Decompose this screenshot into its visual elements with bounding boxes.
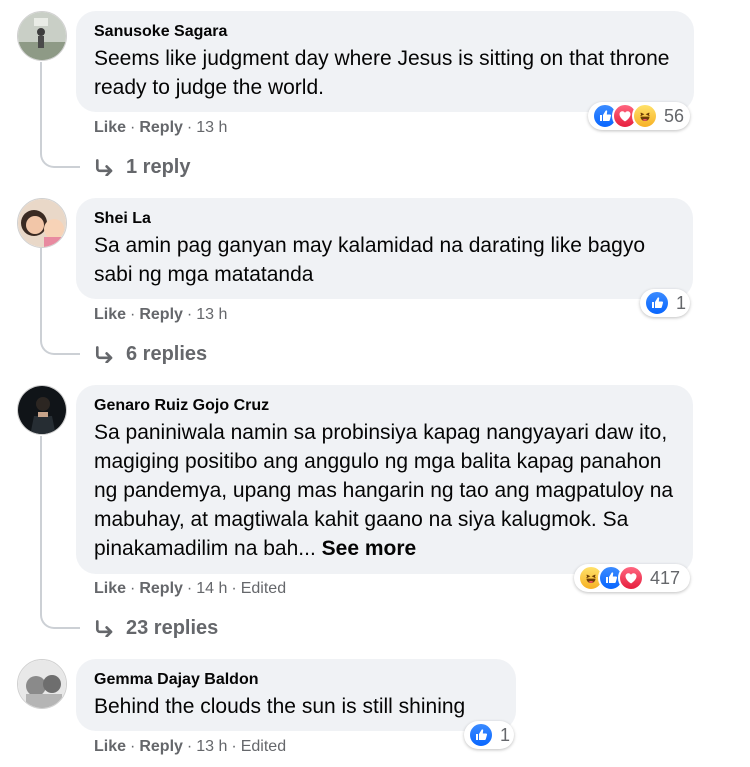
avatar[interactable]	[17, 659, 67, 709]
reaction-count: 1	[676, 292, 687, 313]
comment-actions: Like · Reply · 13 h	[94, 119, 228, 136]
reply-button[interactable]: Reply	[139, 119, 183, 136]
comment-text: Behind the clouds the sun is still shini…	[94, 695, 466, 718]
reaction-icons	[644, 290, 670, 316]
see-more-link[interactable]: See more	[322, 537, 417, 560]
reply-button[interactable]: Reply	[139, 580, 183, 597]
comment-bubble: Shei La Sa amin pag ganyan may kalamidad…	[76, 198, 693, 299]
edited-label[interactable]: Edited	[241, 580, 286, 597]
reply-arrow-icon	[94, 158, 116, 176]
reply-arrow-icon	[94, 619, 116, 637]
view-replies-link[interactable]: 23 replies	[94, 616, 218, 640]
reactions-summary[interactable]: 417	[574, 564, 690, 592]
comment-author[interactable]: Shei La	[94, 209, 675, 229]
comment-actions: Like · Reply · 14 h · Edited	[94, 580, 287, 597]
like-button[interactable]: Like	[94, 119, 126, 136]
comment-text: Seems like judgment day where Jesus is s…	[94, 47, 670, 99]
reply-button[interactable]: Reply	[139, 306, 183, 323]
thread-line	[40, 248, 42, 337]
comment-timestamp[interactable]: 13 h	[196, 119, 227, 136]
reply-button[interactable]: Reply	[139, 738, 183, 755]
replies-count: 6 replies	[126, 343, 208, 365]
reaction-icons	[578, 565, 644, 591]
comment-bubble: Genaro Ruiz Gojo Cruz Sa paniniwala nami…	[76, 385, 693, 574]
reaction-icons	[592, 103, 658, 129]
like-icon	[644, 290, 670, 316]
thread-line	[40, 62, 42, 150]
like-button[interactable]: Like	[94, 306, 126, 323]
view-replies-link[interactable]: 6 replies	[94, 342, 207, 366]
reactions-summary[interactable]: 56	[588, 102, 690, 130]
comment-author[interactable]: Sanusoke Sagara	[94, 22, 676, 42]
comment-author[interactable]: Gemma Dajay Baldon	[94, 670, 498, 690]
reaction-count: 56	[664, 105, 685, 126]
comment-text: Sa amin pag ganyan may kalamidad na dara…	[94, 234, 646, 286]
avatar[interactable]	[17, 11, 67, 61]
comment-actions: Like · Reply · 13 h · Edited	[94, 738, 287, 755]
like-icon	[468, 722, 494, 748]
reply-arrow-icon	[94, 345, 116, 363]
thread-line	[40, 436, 42, 611]
comment-timestamp[interactable]: 14 h	[196, 580, 227, 597]
replies-count: 1 reply	[126, 156, 191, 178]
comment-timestamp[interactable]: 13 h	[196, 306, 227, 323]
like-button[interactable]: Like	[94, 580, 126, 597]
thread-curve	[40, 611, 80, 629]
comment-bubble: Sanusoke Sagara Seems like judgment day …	[76, 11, 694, 112]
reaction-count: 1	[500, 724, 511, 745]
like-button[interactable]: Like	[94, 738, 126, 755]
comment-timestamp[interactable]: 13 h	[196, 738, 227, 755]
comment-actions: Like · Reply · 13 h	[94, 306, 228, 323]
reactions-summary[interactable]: 1	[640, 289, 690, 317]
reaction-icons	[468, 722, 494, 748]
comment-author[interactable]: Genaro Ruiz Gojo Cruz	[94, 396, 675, 416]
edited-label[interactable]: Edited	[241, 738, 286, 755]
haha-icon	[632, 103, 658, 129]
love-icon	[618, 565, 644, 591]
view-replies-link[interactable]: 1 reply	[94, 155, 190, 179]
avatar[interactable]	[17, 385, 67, 435]
thread-curve	[40, 150, 80, 168]
comment-bubble: Gemma Dajay Baldon Behind the clouds the…	[76, 659, 516, 731]
avatar[interactable]	[17, 198, 67, 248]
replies-count: 23 replies	[126, 617, 219, 639]
reaction-count: 417	[650, 567, 681, 588]
thread-curve	[40, 337, 80, 355]
comment-thread: Sanusoke Sagara Seems like judgment day …	[0, 0, 750, 767]
comment-text: Sa paniniwala namin sa probinsiya kapag …	[94, 418, 675, 563]
reactions-summary[interactable]: 1	[464, 721, 514, 749]
